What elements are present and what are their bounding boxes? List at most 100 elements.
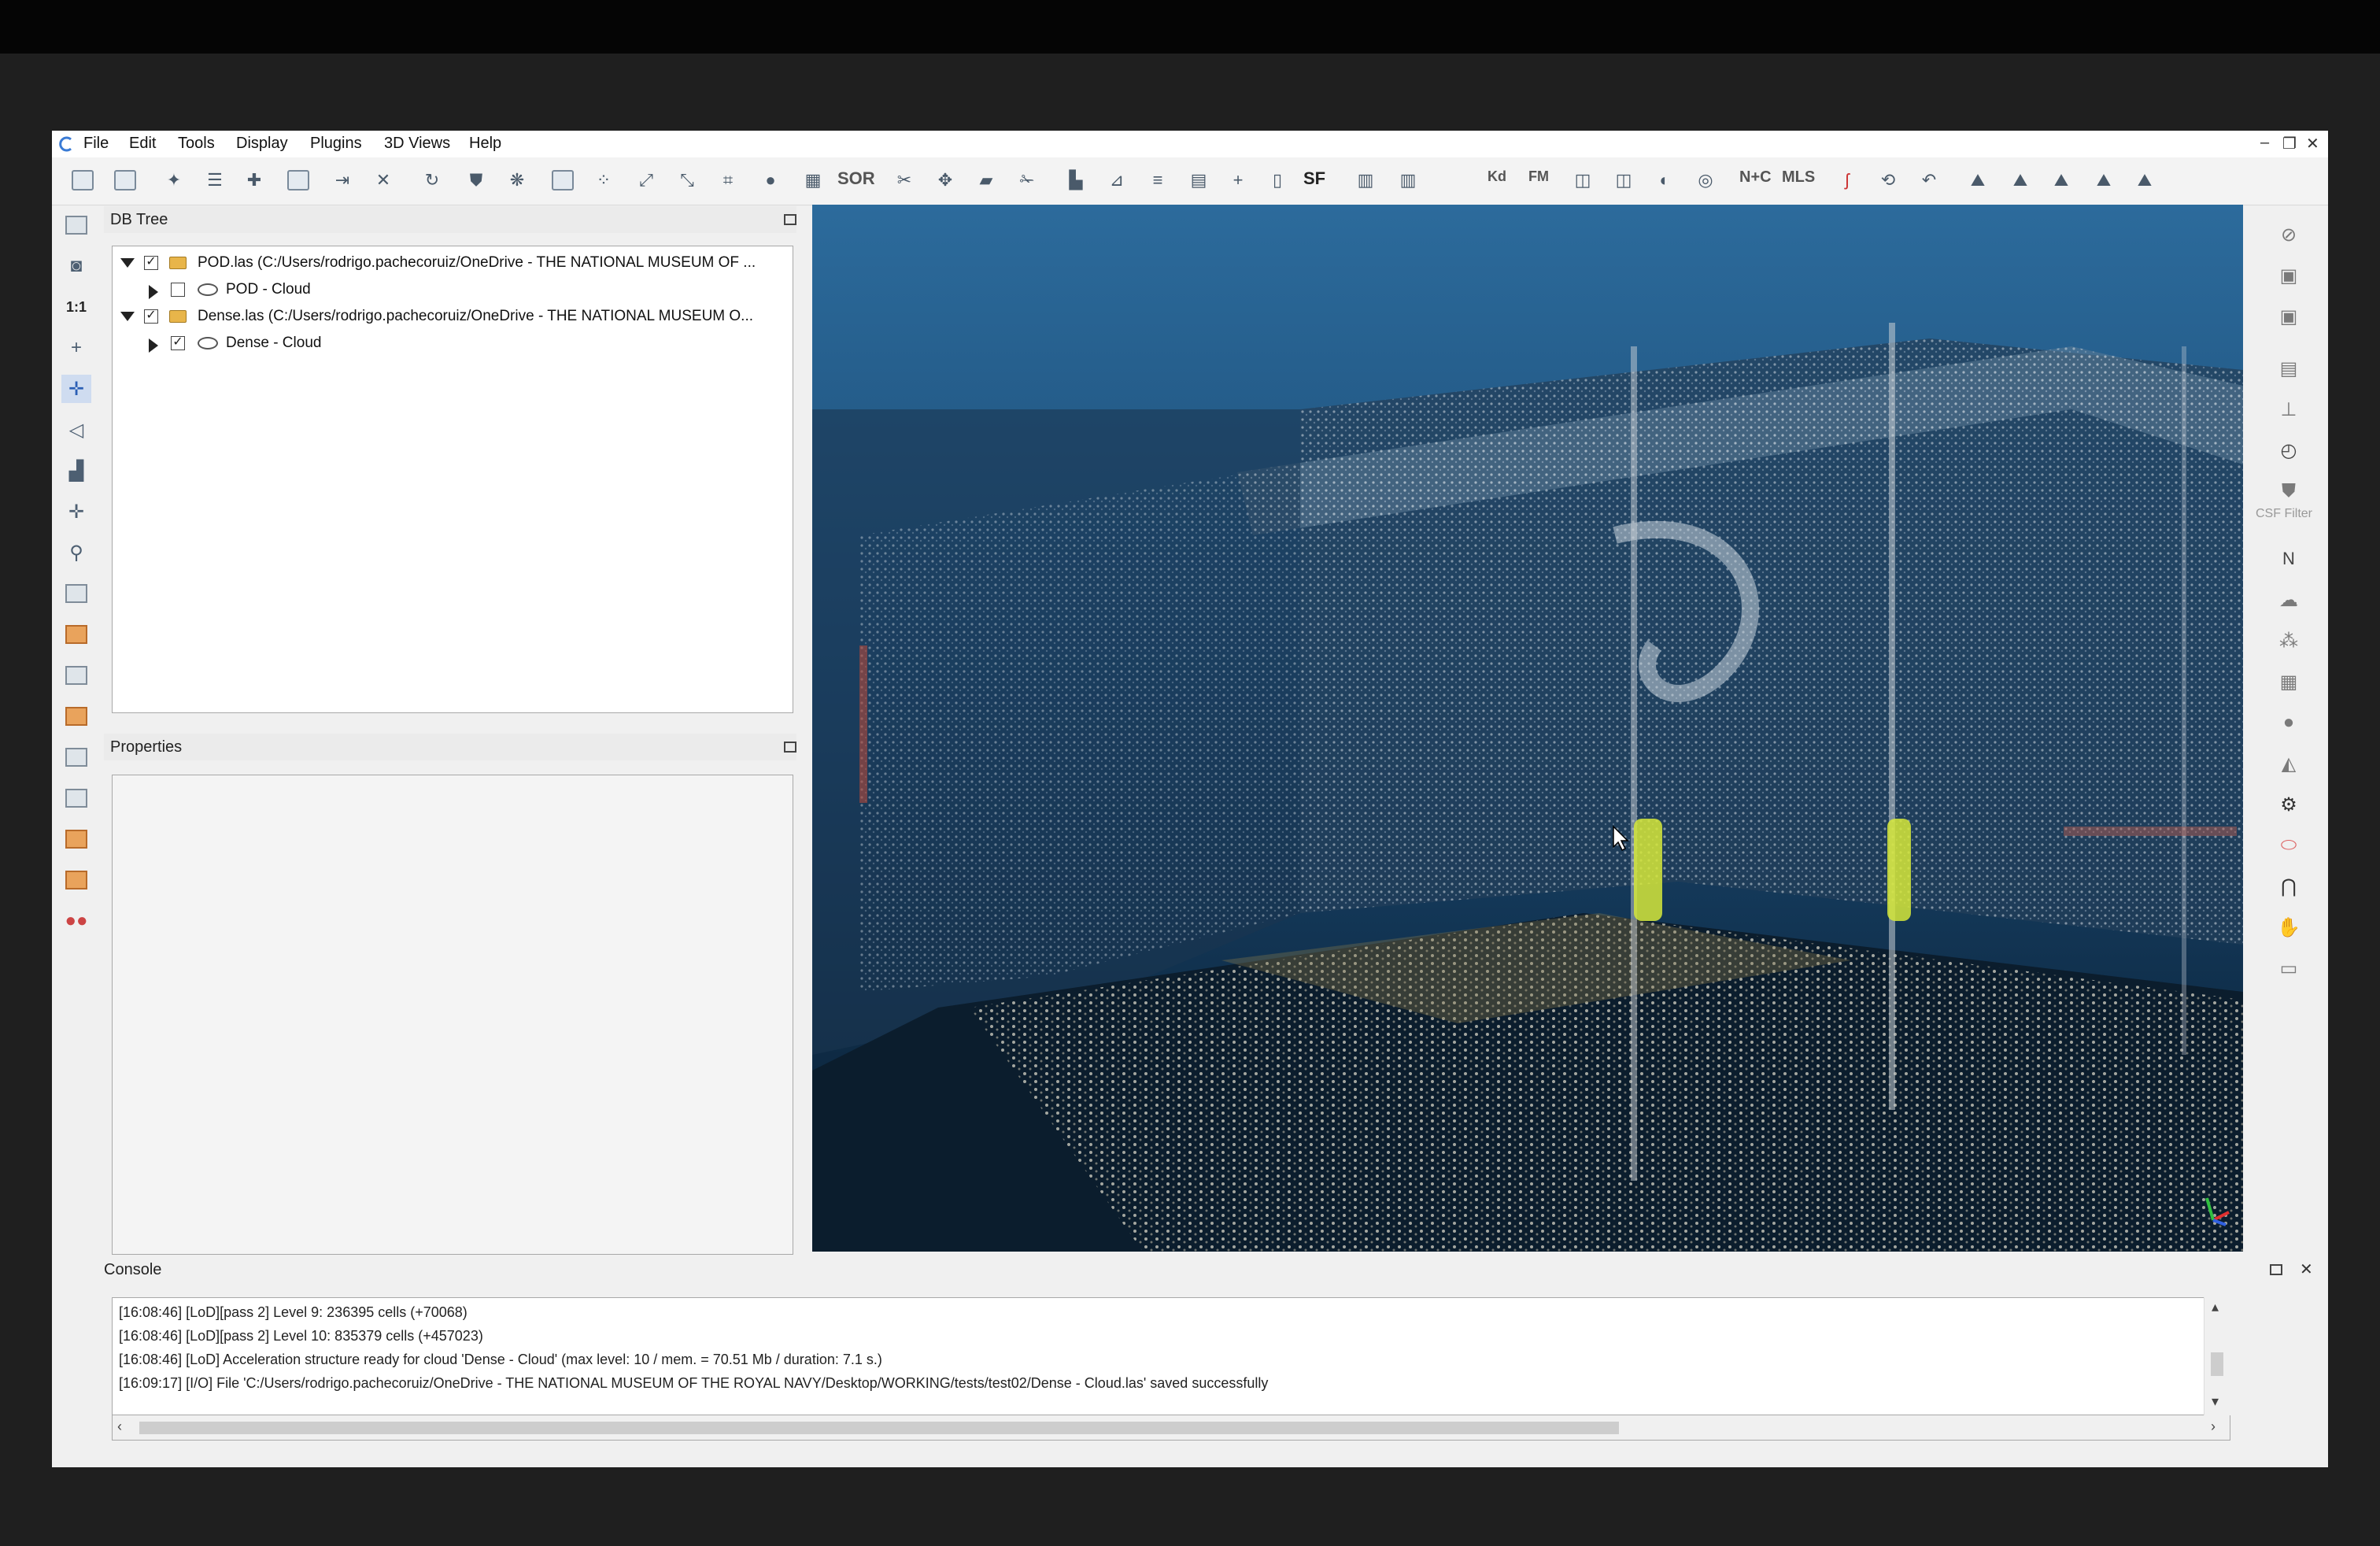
right-view-icon[interactable] bbox=[61, 702, 91, 730]
minimize-button[interactable]: – bbox=[2260, 134, 2269, 152]
compass-plugin-icon[interactable]: ◴ bbox=[2273, 435, 2304, 466]
nc-button[interactable]: N+C bbox=[1739, 168, 1772, 187]
shrink-icon[interactable]: ⤡ bbox=[674, 167, 700, 194]
csf-shield-icon[interactable]: ⛊ bbox=[2273, 475, 2304, 507]
image-2-icon[interactable]: ▣ bbox=[2273, 301, 2304, 332]
mountain-3-icon[interactable]: ⛰ bbox=[2048, 167, 2075, 194]
scatter-plugin-icon[interactable]: ⁂ bbox=[2273, 625, 2304, 656]
visibility-checkbox[interactable]: ✓ bbox=[144, 309, 158, 324]
top-view-icon[interactable] bbox=[61, 579, 91, 608]
histogram-icon[interactable]: ▙ bbox=[1062, 167, 1089, 194]
expand-arrow-icon[interactable] bbox=[120, 312, 135, 321]
delete-icon[interactable]: ✕ bbox=[370, 167, 397, 194]
zoom-icon[interactable]: ⚲ bbox=[61, 538, 91, 567]
pin-icon[interactable]: ⊥ bbox=[2273, 394, 2304, 425]
translate-icon[interactable]: ✥ bbox=[932, 167, 959, 194]
undock-icon[interactable] bbox=[784, 214, 796, 225]
undo-icon[interactable]: ↶ bbox=[1916, 167, 1942, 194]
expand-arrow-icon[interactable] bbox=[120, 258, 135, 268]
ransac-icon[interactable]: ◭ bbox=[2273, 748, 2304, 779]
cloud-plugin-icon[interactable]: ☁ bbox=[2273, 584, 2304, 616]
iso-front-icon[interactable] bbox=[61, 825, 91, 853]
arch-icon[interactable]: ⋂ bbox=[2273, 871, 2304, 902]
sphere-plugin-icon[interactable]: ● bbox=[2273, 707, 2304, 738]
align-icon[interactable]: ≡ bbox=[1144, 167, 1171, 194]
profile-icon[interactable]: ⟲ bbox=[1875, 167, 1901, 194]
register-icon[interactable]: ↻ bbox=[419, 167, 445, 194]
mountain-icon[interactable]: ⛰ bbox=[1964, 167, 1991, 194]
paint-icon[interactable]: ● bbox=[757, 167, 784, 194]
front-view-icon[interactable] bbox=[61, 620, 91, 649]
sample-icon[interactable]: ❋ bbox=[504, 167, 530, 194]
hand-icon[interactable]: ✋ bbox=[2273, 912, 2304, 943]
chart-icon[interactable]: ⊿ bbox=[1103, 167, 1130, 194]
console-horizontal-scrollbar[interactable]: ‹ › bbox=[112, 1415, 2230, 1441]
visibility-checkbox[interactable]: ✓ bbox=[171, 336, 185, 350]
scroll-thumb[interactable] bbox=[139, 1422, 1619, 1434]
bottom-view-icon[interactable] bbox=[61, 743, 91, 771]
fm-button[interactable]: FM bbox=[1528, 168, 1549, 185]
left-view-icon[interactable] bbox=[61, 661, 91, 690]
north-label[interactable]: N bbox=[2273, 543, 2304, 575]
menu-file[interactable]: File bbox=[83, 135, 109, 153]
console-close-icon[interactable]: ✕ bbox=[2300, 1259, 2313, 1279]
mls-button[interactable]: MLS bbox=[1782, 168, 1815, 187]
scroll-thumb[interactable] bbox=[2211, 1352, 2223, 1376]
rotate-icon[interactable]: ◁ bbox=[61, 416, 91, 444]
menu-3d-views[interactable]: 3D Views bbox=[384, 135, 450, 153]
menu-display[interactable]: Display bbox=[236, 135, 288, 153]
shading-icon[interactable]: ▟ bbox=[61, 457, 91, 485]
section-icon[interactable]: ʃ bbox=[1834, 167, 1861, 194]
segment-icon[interactable]: ✁ bbox=[1014, 167, 1040, 194]
save-icon[interactable] bbox=[112, 167, 139, 194]
merge-icon[interactable]: ⇥ bbox=[329, 167, 356, 194]
3d-viewport[interactable] bbox=[812, 205, 2243, 1252]
scroll-left-icon[interactable]: ‹ bbox=[117, 1418, 122, 1435]
fullscreen-icon[interactable] bbox=[61, 211, 91, 239]
scroll-down-icon[interactable]: ▾ bbox=[2212, 1393, 2219, 1410]
plane-icon[interactable]: ▰ bbox=[973, 167, 1000, 194]
scalar-field-button[interactable]: SF bbox=[1303, 168, 1325, 189]
visibility-checkbox[interactable]: ✓ bbox=[144, 256, 158, 270]
menu-help[interactable]: Help bbox=[469, 135, 501, 153]
shield-icon[interactable]: ⛊ bbox=[463, 167, 490, 194]
raster-icon[interactable]: ▦ bbox=[2273, 666, 2304, 697]
menu-edit[interactable]: Edit bbox=[129, 135, 156, 153]
gear-icon[interactable]: ⚙ bbox=[2273, 789, 2304, 820]
add-icon[interactable]: + bbox=[1225, 167, 1251, 194]
scissors-icon[interactable]: ✂ bbox=[891, 167, 918, 194]
tree-item-dense-las[interactable]: ✓ Dense.las (C:/Users/rodrigo.pachecorui… bbox=[113, 303, 789, 330]
scatter-icon[interactable]: ⁘ bbox=[590, 167, 617, 194]
tree-item-pod-las[interactable]: ✓ POD.las (C:/Users/rodrigo.pachecoruiz/… bbox=[113, 250, 789, 276]
checker-icon[interactable]: ▦ bbox=[800, 167, 826, 194]
clipboard-icon[interactable]: ▯ bbox=[1264, 167, 1291, 194]
expand-arrow-icon[interactable] bbox=[149, 285, 158, 299]
globe-icon[interactable]: ◎ bbox=[1692, 167, 1719, 194]
tree-item-dense-cloud[interactable]: ✓ Dense - Cloud bbox=[113, 330, 789, 357]
back-view-icon[interactable] bbox=[61, 784, 91, 812]
sphere-icon[interactable]: ◐ bbox=[1651, 167, 1678, 194]
mesh-2-icon[interactable]: ◫ bbox=[1610, 167, 1637, 194]
console-vertical-scrollbar[interactable]: ▴ ▾ bbox=[2204, 1297, 2230, 1415]
auto-pivot-icon[interactable]: ✛ bbox=[61, 375, 91, 403]
classify-2-icon[interactable]: ▥ bbox=[1395, 167, 1421, 194]
menu-plugins[interactable]: Plugins bbox=[310, 135, 362, 153]
undock-icon[interactable] bbox=[784, 742, 796, 753]
compass-icon[interactable]: ✦ bbox=[161, 167, 187, 194]
console-undock-icon[interactable] bbox=[2270, 1264, 2282, 1275]
zoom-1to1-button[interactable]: 1:1 bbox=[61, 293, 91, 321]
classify-icon[interactable]: ▥ bbox=[1352, 167, 1379, 194]
sor-filter-button[interactable]: SOR bbox=[837, 168, 875, 189]
restore-button[interactable]: ❐ bbox=[2282, 134, 2297, 153]
camera-icon[interactable]: ◙ bbox=[61, 252, 91, 280]
stereo-icon[interactable]: ●● bbox=[61, 907, 91, 935]
tree-item-pod-cloud[interactable]: POD - Cloud bbox=[113, 276, 789, 303]
expand-icon[interactable]: ⤢ bbox=[633, 167, 660, 194]
image-icon[interactable]: ▣ bbox=[2273, 260, 2304, 291]
mountain-5-icon[interactable]: ⛰ bbox=[2131, 167, 2158, 194]
mountain-4-icon[interactable]: ⛰ bbox=[2090, 167, 2117, 194]
grid-icon[interactable]: ▤ bbox=[1185, 167, 1212, 194]
film-icon[interactable]: ▤ bbox=[2273, 353, 2304, 384]
cc-icon[interactable]: ⌗ bbox=[715, 167, 741, 194]
iso-back-icon[interactable] bbox=[61, 866, 91, 894]
